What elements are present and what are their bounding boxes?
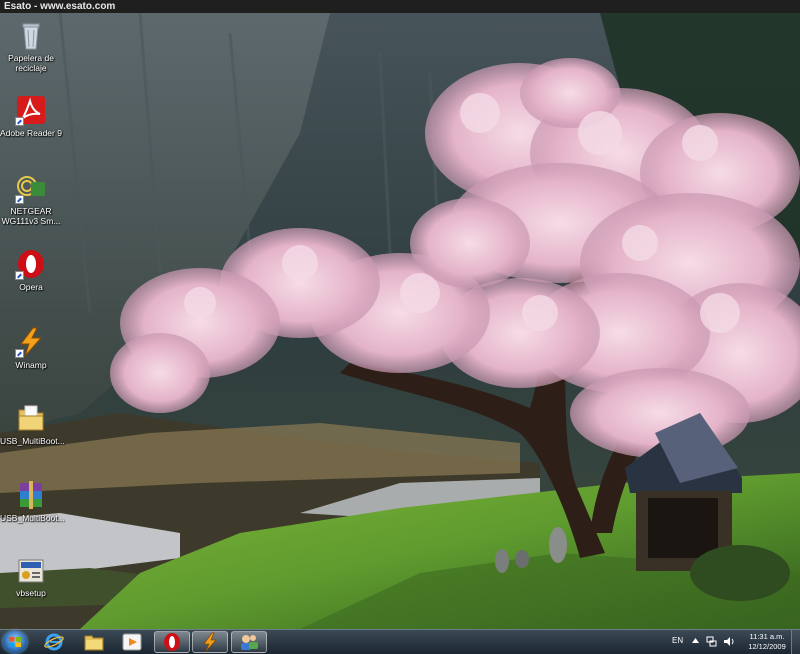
opera-icon <box>15 248 47 280</box>
desktop-icon-label: Opera <box>19 282 43 292</box>
desktop-icon-label: Adobe Reader 9 <box>0 128 62 138</box>
desktop-icon-label: USB_MultiBoot... <box>0 513 65 523</box>
desktop-icon-usb-multiboot-archive[interactable]: USB_MultiBoot... <box>0 479 65 523</box>
window-title-bar: Esato - www.esato.com <box>0 0 800 13</box>
show-hidden-icons-arrow-icon[interactable] <box>692 638 699 644</box>
winamp-icon <box>15 326 47 358</box>
taskbar-windows-explorer[interactable] <box>76 631 112 653</box>
taskbar-winamp[interactable] <box>192 631 228 653</box>
clock-time: 11:31 a.m. <box>749 632 785 641</box>
window-title: Esato - www.esato.com <box>4 1 116 12</box>
language-indicator[interactable]: EN <box>672 636 683 645</box>
shortcut-arrow-icon <box>15 195 24 204</box>
winamp-icon <box>203 632 217 652</box>
desktop-icon-label: Papelera de reciclaje <box>8 53 54 73</box>
windows-logo-icon <box>9 637 21 647</box>
setup-icon <box>15 554 47 586</box>
desktop-icon-usb-multiboot-folder[interactable]: USB_MultiBoot... <box>0 402 65 446</box>
desktop-icon-opera[interactable]: Opera <box>0 248 62 292</box>
desktop-icon-netgear[interactable]: NETGEAR WG111v3 Sm... <box>0 172 62 226</box>
show-desktop-button[interactable] <box>791 630 800 654</box>
opera-icon <box>164 633 180 651</box>
taskbar-internet-explorer[interactable] <box>36 631 72 653</box>
desktop-icon-label: USB_MultiBoot... <box>0 436 65 446</box>
media-player-icon <box>122 633 142 651</box>
network-icon[interactable] <box>706 636 717 647</box>
recycle-bin-icon <box>15 19 47 51</box>
internet-explorer-icon <box>44 633 64 651</box>
taskbar: EN 11:31 a.m. 12/12/2009 <box>0 629 800 654</box>
clock-date: 12/12/2009 <box>748 642 786 651</box>
desktop-icon-label: Winamp <box>15 360 47 370</box>
shortcut-arrow-icon <box>15 117 24 126</box>
desktop-wallpaper <box>0 13 800 629</box>
winrar-archive-icon <box>15 479 47 511</box>
shortcut-arrow-icon <box>15 349 24 358</box>
clock[interactable]: 11:31 a.m. 12/12/2009 <box>742 632 792 652</box>
windows-explorer-icon <box>84 635 104 651</box>
desktop-icon-adobe-reader[interactable]: Adobe Reader 9 <box>0 94 62 138</box>
system-tray: EN 11:31 a.m. 12/12/2009 <box>670 630 800 654</box>
folder-icon <box>15 402 47 434</box>
adobe-reader-icon <box>15 94 47 126</box>
desktop-icon-vbsetup[interactable]: vbsetup <box>0 554 62 598</box>
taskbar-opera[interactable] <box>154 631 190 653</box>
desktop-icon-label: vbsetup <box>16 588 46 598</box>
desktop-icon-winamp[interactable]: Winamp <box>0 326 62 370</box>
shortcut-arrow-icon <box>15 271 24 280</box>
desktop-icon-label: NETGEAR WG111v3 Sm... <box>1 206 61 226</box>
desktop-icon-recycle-bin[interactable]: Papelera de reciclaje <box>0 19 62 73</box>
netgear-icon <box>15 172 47 204</box>
taskbar-media-player[interactable] <box>114 631 150 653</box>
volume-icon[interactable] <box>723 636 735 647</box>
network-setup-icon <box>241 635 258 650</box>
taskbar-network-setup[interactable] <box>231 631 267 653</box>
start-button[interactable] <box>3 631 27 653</box>
